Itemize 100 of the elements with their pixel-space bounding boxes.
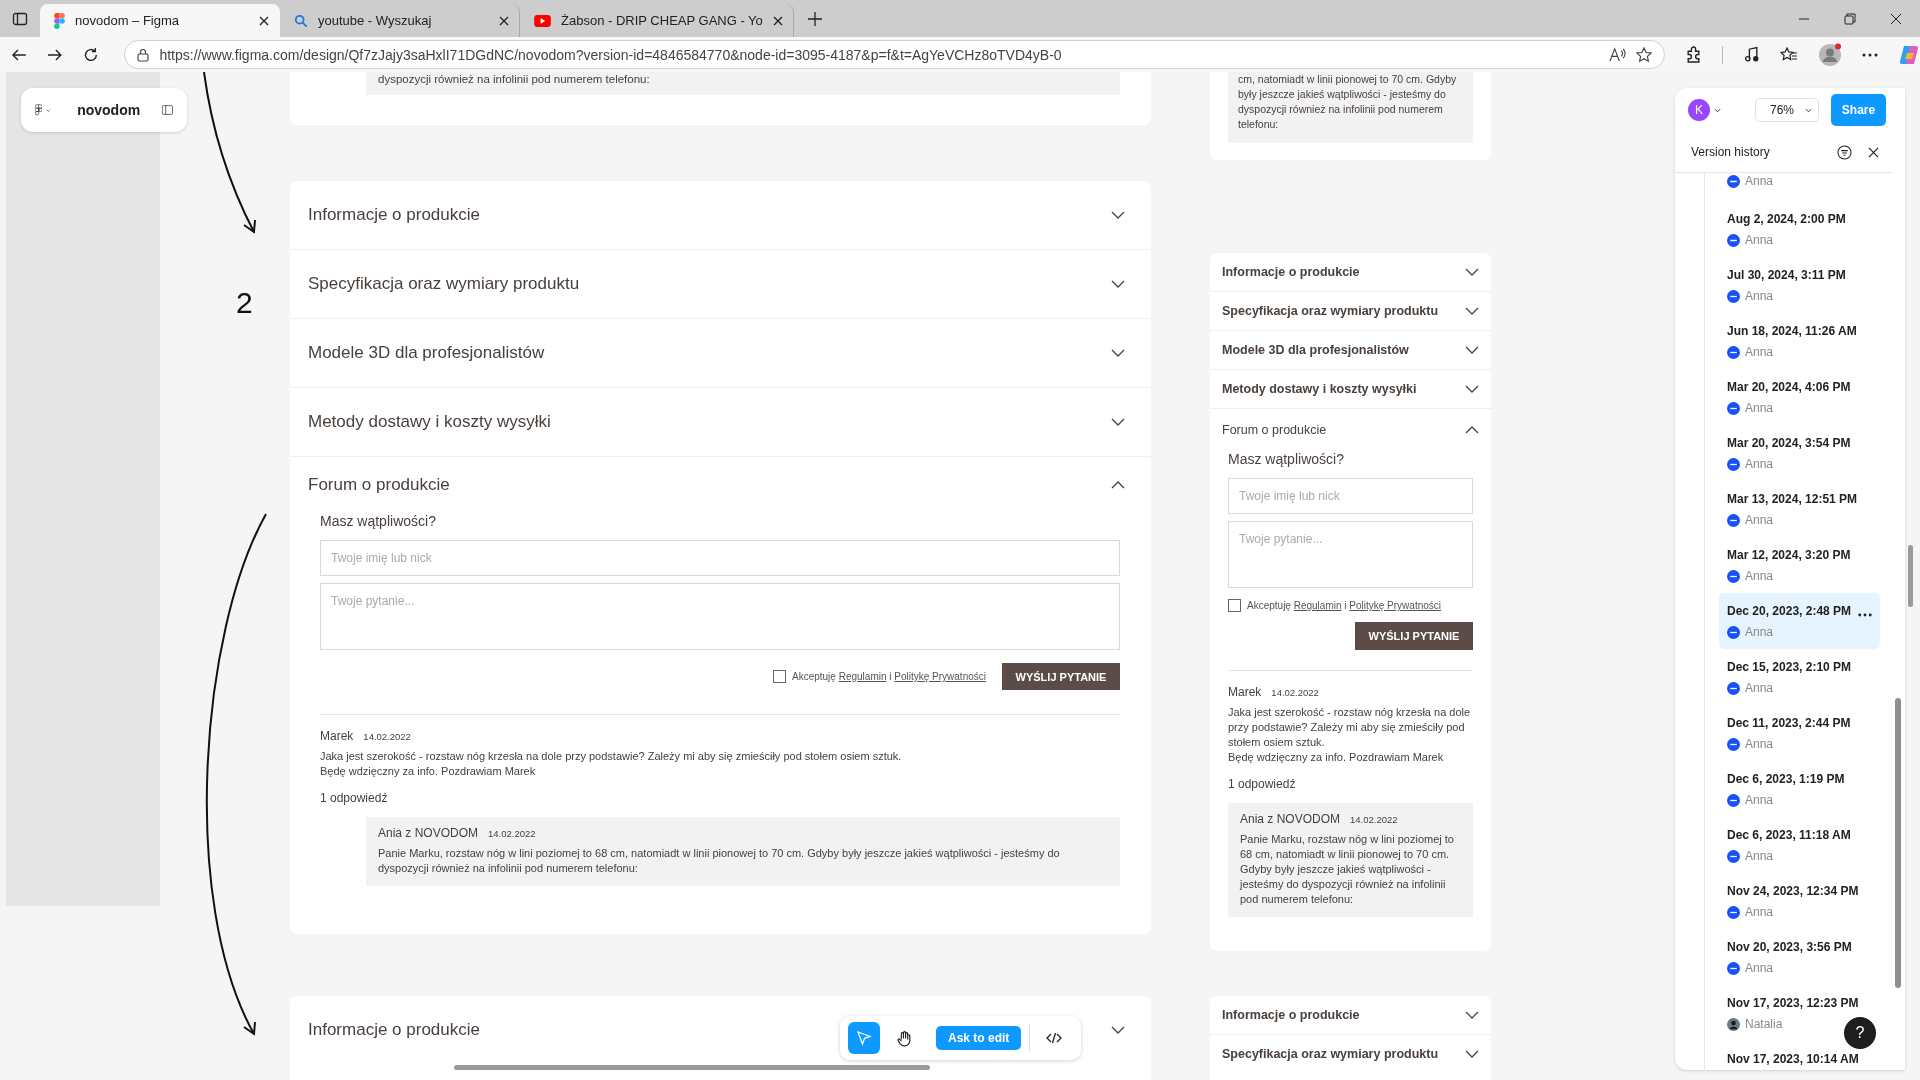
terms-link[interactable]: Politykę Prywatności	[1349, 600, 1441, 611]
replies-count: 1 odpowiedź	[1228, 777, 1297, 791]
reply-text: dyspozycji również na infolinii pod numerem telefonu:	[378, 72, 651, 87]
reply-text: Panie Marku, rozstaw nóg w lini poziomej to 68 cm, natomiadt w linii pionowej to 70 cm. Gdyby były jeszcze jakieś wątpliwości - jesteśmy do dyspozycji również na infolinii pod numerem telefonu:	[1240, 832, 1455, 907]
version-item[interactable]: Jun 18, 2024, 11:26 AM Anna	[1719, 313, 1857, 369]
new-tab-icon[interactable]	[807, 11, 822, 26]
avatar-icon	[1727, 906, 1740, 919]
accordion-title[interactable]: Specyfikacja oraz wymiary produktu	[1222, 1047, 1439, 1061]
version-item[interactable]: Nov 24, 2023, 12:34 PM Anna	[1719, 873, 1857, 929]
version-item[interactable]: Mar 20, 2024, 3:54 PM Anna	[1719, 425, 1857, 481]
terms-link[interactable]: Regulamin	[838, 671, 887, 682]
accordion-header[interactable]: Specyfikacja oraz wymiary produktu	[1210, 292, 1491, 330]
accordion-header[interactable]: Metody dostawy i koszty wysyłki	[290, 388, 1151, 456]
avatar-icon	[1727, 570, 1740, 583]
more-icon[interactable]	[1862, 52, 1878, 57]
accordion-header[interactable]: Metody dostawy i koszty wysyłki	[1210, 370, 1491, 408]
avatar-icon	[1727, 962, 1740, 975]
avatar-icon	[1727, 175, 1740, 188]
sidebar-toggle-icon[interactable]	[162, 103, 173, 117]
chevron-down-icon	[1111, 211, 1125, 219]
browser-tab[interactable]: novodom – Figma	[40, 4, 280, 37]
version-item[interactable]: Mar 12, 2024, 3:20 PM Anna	[1719, 537, 1857, 593]
version-date: Mar 20, 2024, 4:06 PM	[1727, 379, 1851, 396]
accordion-header[interactable]: Informacje o produkcie	[1210, 253, 1491, 291]
accordion-title[interactable]: Informacje o produkcie	[1222, 1008, 1360, 1022]
profile-avatar-icon[interactable]	[1818, 42, 1842, 67]
chevron-down-icon[interactable]	[1465, 1011, 1479, 1019]
chevron-down-icon[interactable]	[1714, 107, 1721, 113]
version-item[interactable]: Dec 6, 2023, 1:19 PM Anna	[1719, 761, 1857, 817]
terms-link[interactable]: Politykę Prywatności	[894, 671, 986, 682]
accordion-title[interactable]: Informacje o produkcie	[308, 1020, 480, 1040]
submit-button[interactable]: WYŚLIJ PYTANIE	[1355, 622, 1473, 650]
avatar-icon	[1727, 234, 1740, 247]
vertical-scrollbar[interactable]	[1895, 698, 1901, 988]
question-input-field[interactable]: Twoje pytanie...	[1228, 521, 1473, 588]
version-date: Jun 18, 2024, 11:26 AM	[1727, 323, 1857, 340]
zoom-dropdown[interactable]: 76%	[1755, 98, 1819, 122]
more-icon[interactable]	[1858, 613, 1872, 617]
chevron-down-icon	[1465, 268, 1479, 276]
star-icon[interactable]	[1636, 46, 1652, 63]
puzzle-icon[interactable]	[1685, 46, 1702, 63]
name-input-field[interactable]: Twoje imię lub nick	[320, 540, 1120, 576]
filter-icon[interactable]	[1837, 144, 1852, 160]
accordion-header[interactable]: Modele 3D dla profesjonalistów	[1210, 331, 1491, 369]
figma-logo-icon[interactable]	[35, 102, 43, 118]
restore-icon[interactable]	[1844, 12, 1856, 25]
post-date: 14.02.2022	[488, 828, 536, 839]
accordion-header[interactable]: Informacje o produkcie	[290, 181, 1151, 249]
lock-icon	[137, 47, 150, 62]
read-aloud-icon[interactable]	[1609, 47, 1626, 62]
version-item[interactable]: Mar 20, 2024, 4:06 PM Anna	[1719, 369, 1857, 425]
chevron-down-icon	[1111, 418, 1125, 426]
author-name: Marek	[320, 729, 354, 743]
chevron-down-icon[interactable]	[1465, 1050, 1479, 1058]
code-icon	[1046, 1032, 1063, 1044]
accordion-header[interactable]: Forum o produkcie	[1210, 409, 1491, 451]
search-icon	[294, 13, 308, 28]
avatar-icon	[1727, 738, 1740, 751]
version-date: Dec 15, 2023, 2:10 PM	[1727, 659, 1852, 676]
vertical-scrollbar[interactable]	[1908, 545, 1913, 607]
avatar-icon	[1727, 794, 1740, 807]
version-item[interactable]: Mar 13, 2024, 12:51 PM Anna	[1719, 481, 1857, 537]
sidebar-toggle-icon[interactable]	[12, 10, 28, 27]
file-name[interactable]: novodom	[77, 102, 141, 118]
video-play-icon	[534, 14, 551, 27]
version-item[interactable]: Dec 20, 2023, 2:48 PM Anna	[1719, 593, 1880, 649]
cursor-tool[interactable]	[848, 1022, 880, 1054]
chevron-down-icon[interactable]	[1111, 1026, 1125, 1034]
terms-link[interactable]: Regulamin	[1293, 600, 1342, 611]
version-date: Dec 11, 2023, 2:44 PM	[1727, 715, 1851, 732]
name-input-field[interactable]: Twoje imię lub nick	[1228, 478, 1473, 514]
consent-checkbox[interactable]	[1228, 599, 1241, 612]
address-field[interactable]: https://www.figma.com/design/Qf7zJajy3saHxlI71DGdNC/novodom?version-id=4846584770&node-id=3095-4187&p=f&t=AgYeVCHz8oTVD4yB-0	[124, 40, 1665, 69]
reply-text: Panie Marku, rozstaw nóg w lini poziomej to 68 cm, natomiadt w linii pionowej to 70 cm. Gdyby były jeszcze jakieś wątpliwości - jesteśmy do dyspozycji również na infolinii pod numerem telefonu:	[378, 846, 1061, 876]
consent-text: Akceptuję Regulamin i Politykę Prywatności	[1247, 600, 1441, 611]
consent-checkbox[interactable]	[773, 670, 786, 683]
user-avatar[interactable]: K	[1688, 99, 1710, 121]
close-icon[interactable]	[259, 15, 269, 26]
question-input-field[interactable]: Twoje pytanie...	[320, 583, 1120, 650]
horizontal-scrollbar[interactable]	[454, 1065, 930, 1070]
version-item[interactable]: Aug 2, 2024, 2:00 PM Anna	[1719, 201, 1857, 257]
version-item[interactable]: Dec 6, 2023, 11:18 AM Anna	[1719, 817, 1857, 873]
reload-icon[interactable]	[82, 46, 99, 63]
version-item[interactable]: Anna	[1719, 173, 1857, 201]
version-item[interactable]: Nov 20, 2023, 3:56 PM Anna	[1719, 929, 1857, 985]
favorites-icon[interactable]	[1780, 46, 1798, 63]
submit-button[interactable]: WYŚLIJ PYTANIE	[1002, 663, 1120, 690]
version-date: Mar 12, 2024, 3:20 PM	[1727, 547, 1851, 564]
version-item[interactable]: Jul 30, 2024, 3:11 PM Anna	[1719, 257, 1857, 313]
close-icon[interactable]	[772, 15, 783, 26]
version-item[interactable]: Dec 15, 2023, 2:10 PM Anna	[1719, 649, 1857, 705]
close-icon[interactable]	[1868, 146, 1879, 158]
accordion-header[interactable]: Specyfikacja oraz wymiary produktu	[290, 250, 1151, 318]
version-item[interactable]: Dec 11, 2023, 2:44 PM Anna	[1719, 705, 1857, 761]
accordion-header[interactable]: Modele 3D dla profesjonalistów	[290, 319, 1151, 387]
close-icon[interactable]	[1890, 12, 1902, 25]
music-note-icon[interactable]	[1743, 46, 1760, 63]
close-icon[interactable]	[499, 15, 509, 26]
copilot-icon[interactable]	[1898, 43, 1920, 66]
accordion-header[interactable]: Forum o produkcie	[290, 457, 1151, 513]
